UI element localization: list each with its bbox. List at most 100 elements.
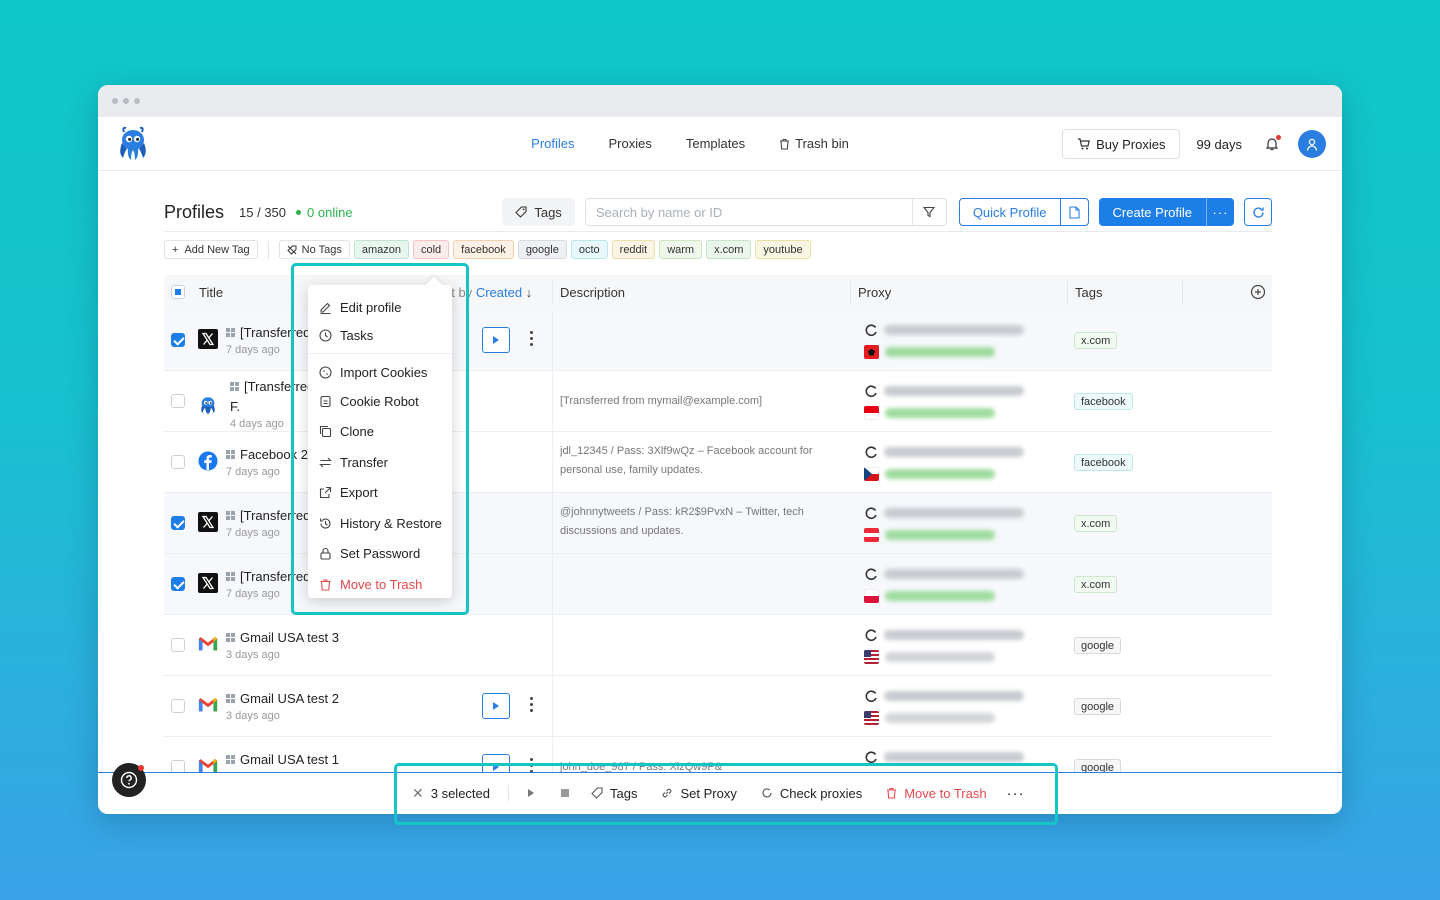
row-checkbox[interactable] — [171, 516, 185, 530]
window-dot[interactable] — [112, 98, 118, 104]
proxy-cell — [864, 442, 1024, 484]
add-column-icon[interactable] — [1250, 284, 1266, 300]
proxy-check-icon[interactable] — [864, 445, 878, 459]
row-tag[interactable]: facebook — [1074, 393, 1133, 410]
column-divider — [1067, 281, 1068, 304]
bulk-start-button[interactable] — [527, 788, 535, 798]
start-profile-button[interactable] — [482, 327, 510, 353]
start-profile-button[interactable] — [482, 693, 510, 719]
table-row[interactable]: Gmail USA test 2 3 days ago google — [164, 676, 1272, 737]
proxy-check-icon[interactable] — [864, 750, 878, 764]
page-title: Profiles — [164, 201, 225, 222]
row-tag[interactable]: x.com — [1074, 515, 1118, 532]
top-navigation: Profiles Proxies Templates Trash bin Buy… — [98, 117, 1342, 171]
search-input[interactable] — [585, 204, 912, 220]
column-divider — [1182, 281, 1183, 304]
filter-icon[interactable] — [911, 199, 946, 225]
proxy-host-redacted — [884, 508, 1024, 518]
proxy-check-icon[interactable] — [864, 506, 878, 520]
gmail-icon — [198, 695, 218, 715]
profile-title-text: Gmail USA test 3 — [240, 630, 339, 645]
proxy-check-icon[interactable] — [864, 567, 878, 581]
profile-title[interactable]: Gmail USA test 3 — [226, 630, 339, 645]
quick-profile-label: Quick Profile — [972, 204, 1047, 220]
windows-icon — [226, 327, 236, 338]
quick-profile-button[interactable]: Quick Profile — [958, 198, 1089, 226]
tag-chip[interactable]: octo — [570, 240, 608, 259]
windows-icon — [230, 381, 240, 392]
tags-bar: + Add New Tag No Tags amazon cold facebook… — [164, 240, 811, 259]
row-checkbox[interactable] — [171, 699, 185, 713]
tag-chip[interactable]: amazon — [353, 240, 409, 259]
add-new-tag-button[interactable]: + Add New Tag — [164, 240, 258, 259]
check-proxies-button[interactable]: Check proxies — [761, 786, 862, 801]
octo-icon — [198, 395, 218, 415]
tag-chip[interactable]: warm — [659, 240, 703, 259]
tag-chip[interactable]: google — [517, 240, 567, 259]
bulk-move-to-trash-button[interactable]: Move to Trash — [886, 786, 987, 801]
tag-chip[interactable]: facebook — [453, 240, 514, 259]
row-checkbox[interactable] — [171, 638, 185, 652]
create-more-icon[interactable]: ··· — [1206, 198, 1234, 226]
nav-templates[interactable]: Templates — [669, 117, 762, 171]
tags-filter-button[interactable]: Tags — [502, 198, 575, 226]
buy-proxies-button[interactable]: Buy Proxies — [1062, 129, 1181, 159]
proxy-check-icon[interactable] — [864, 384, 878, 398]
tag-icon — [591, 787, 603, 799]
proxy-host-redacted — [884, 447, 1024, 457]
row-tag[interactable]: facebook — [1074, 454, 1133, 471]
col-proxy: Proxy — [858, 285, 892, 300]
profiles-header: Profiles 15 / 350 0 online Tags Quick Pr… — [164, 192, 1272, 232]
select-all-checkbox[interactable] — [171, 285, 185, 299]
more-actions-icon[interactable]: ··· — [1007, 785, 1025, 802]
set-proxy-button[interactable]: Set Proxy — [661, 786, 737, 801]
row-checkbox[interactable] — [171, 577, 185, 591]
stop-icon — [561, 789, 569, 797]
tag-chip[interactable]: cold — [412, 240, 450, 259]
no-tags-button[interactable]: No Tags — [278, 240, 350, 259]
create-profile-button[interactable]: Create Profile ··· — [1098, 198, 1234, 226]
nav-profiles[interactable]: Profiles — [514, 117, 591, 171]
help-icon[interactable] — [112, 763, 146, 797]
nav-trash-label: Trash bin — [795, 136, 849, 151]
row-tag[interactable]: google — [1074, 637, 1122, 654]
tag-chip[interactable]: youtube — [755, 240, 811, 259]
bulk-tags-button[interactable]: Tags — [591, 786, 637, 801]
row-checkbox[interactable] — [171, 455, 185, 469]
row-menu-icon[interactable] — [526, 697, 536, 715]
table-row[interactable]: Gmail USA test 3 3 days ago google — [164, 615, 1272, 676]
nav-right: Buy Proxies 99 days — [1062, 129, 1326, 159]
tag-chip[interactable]: x.com — [706, 240, 752, 259]
proxy-check-icon[interactable] — [864, 689, 878, 703]
bell-icon[interactable] — [1262, 134, 1282, 154]
proxy-ip-redacted — [885, 408, 995, 418]
window-dot[interactable] — [134, 98, 140, 104]
profile-title-cont: F. — [230, 399, 241, 414]
proxy-host-redacted — [884, 569, 1024, 579]
profile-description: [Transferred from mymail@example.com] — [560, 395, 763, 407]
clear-selection-button[interactable]: ✕ 3 selected — [412, 785, 490, 802]
profile-title[interactable]: Gmail USA test 1 — [226, 752, 339, 767]
row-menu-icon[interactable] — [526, 331, 536, 349]
row-tag[interactable]: google — [1074, 698, 1122, 715]
bulk-stop-button[interactable] — [561, 789, 569, 797]
created-ago: 7 days ago — [226, 344, 280, 356]
bulk-actions: ✕ 3 selected Tags Set Proxy Check proxie… — [412, 780, 1025, 806]
window-dot[interactable] — [123, 98, 129, 104]
arrow-down-icon: ↓ — [525, 285, 533, 300]
profile-title[interactable]: Gmail USA test 2 — [226, 691, 339, 706]
nav-trash-bin[interactable]: Trash bin — [762, 117, 866, 171]
proxy-cell — [864, 381, 1024, 423]
refresh-button[interactable] — [1244, 198, 1272, 226]
close-icon: ✕ — [412, 784, 424, 801]
proxy-check-icon[interactable] — [864, 323, 878, 337]
nav-proxies[interactable]: Proxies — [592, 117, 669, 171]
row-tag[interactable]: x.com — [1074, 576, 1118, 593]
proxy-check-icon[interactable] — [864, 628, 878, 642]
user-avatar-icon[interactable] — [1298, 130, 1326, 158]
row-checkbox[interactable] — [171, 394, 185, 408]
tag-chip[interactable]: reddit — [611, 240, 656, 259]
row-tag[interactable]: x.com — [1074, 332, 1118, 349]
row-checkbox[interactable] — [171, 333, 185, 347]
document-icon[interactable] — [1059, 199, 1088, 225]
